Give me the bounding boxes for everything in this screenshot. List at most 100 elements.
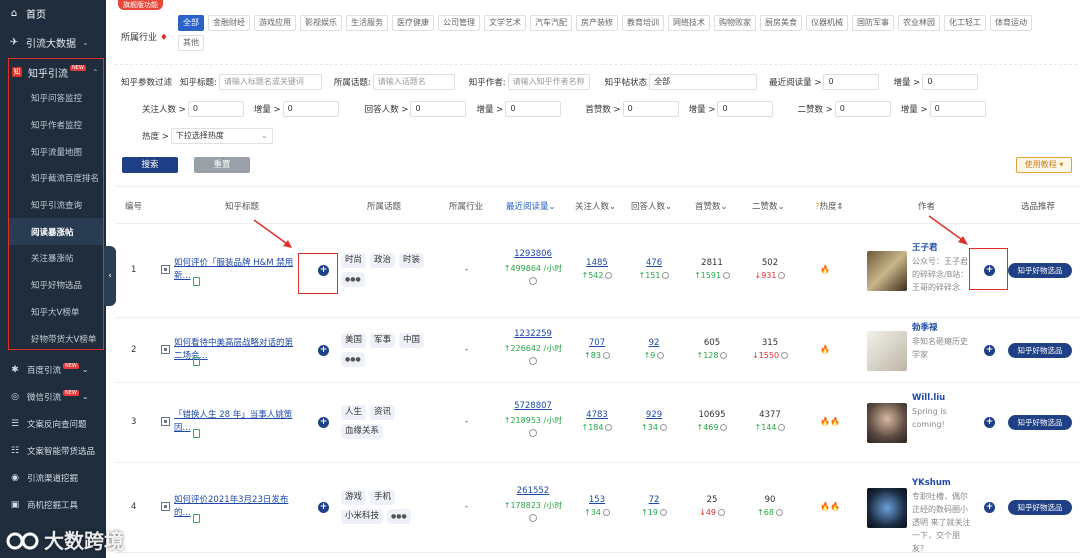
author-input[interactable]: 请输入知乎作者名称 — [507, 74, 590, 90]
author-avatar[interactable] — [867, 488, 907, 528]
sidebar-subitem[interactable]: 知乎大V榜单 — [9, 299, 103, 326]
author-name-link[interactable]: YKshum — [912, 478, 972, 488]
topic-tag[interactable]: 中国 — [399, 332, 425, 348]
add-title-button[interactable]: + — [318, 417, 329, 428]
sidebar-item-tool[interactable]: ☷ 文案智能带货选品 — [0, 437, 106, 464]
industry-chip[interactable]: 体育运动 — [990, 15, 1032, 31]
zhihu-goods-recommend-button[interactable]: 知乎好物选品 — [1008, 500, 1072, 515]
topic-tag[interactable]: 时装 — [399, 253, 425, 268]
industry-chip[interactable]: 金融财经 — [208, 15, 250, 31]
reset-button[interactable]: 重置 — [194, 157, 250, 173]
sidebar-subitem[interactable]: 阅读暴涨帖 — [9, 218, 103, 246]
industry-chip[interactable]: 生活服务 — [346, 15, 388, 31]
more-tags-button[interactable]: ●●● — [341, 351, 365, 367]
more-tags-button[interactable]: ●●● — [387, 509, 411, 524]
industry-chip[interactable]: 厨房美食 — [760, 15, 802, 31]
industry-chip[interactable]: 房产装修 — [576, 15, 618, 31]
header-answer[interactable]: 回答人数⌄ — [631, 200, 672, 212]
sidebar-subitem[interactable]: 知乎问答监控 — [9, 85, 103, 112]
heat-select[interactable]: 下拉选择热度 ⌄ — [170, 128, 273, 144]
document-icon[interactable] — [193, 277, 200, 286]
zhihu-goods-recommend-button[interactable]: 知乎好物选品 — [1008, 263, 1072, 278]
topic-input[interactable]: 请输入话题名 — [372, 74, 455, 90]
sidebar-subitem[interactable]: 知乎截流百度排名 — [9, 165, 103, 192]
sidebar-item-tool[interactable]: ◉ 引流渠道挖掘 — [0, 464, 106, 491]
header-recent-read[interactable]: 最近阅读量⌄ — [506, 200, 556, 212]
header-second-like[interactable]: 二赞数⌄ — [752, 200, 785, 212]
read-count-link[interactable]: 1293806 — [493, 249, 573, 259]
author-name-link[interactable]: 勃季禄 — [912, 321, 972, 333]
sidebar-item-baidu[interactable]: ✱ 百度引流 NEW ⌄ — [0, 356, 106, 383]
sidebar-subitem[interactable]: 关注暴涨帖 — [9, 245, 103, 272]
sidebar-subitem[interactable]: 知乎引流查询 — [9, 192, 103, 219]
industry-chip[interactable]: 影视娱乐 — [300, 15, 342, 31]
second-like-increase-input[interactable]: 0 — [929, 101, 986, 117]
topic-tag[interactable]: 资讯 — [370, 405, 396, 420]
document-icon[interactable] — [193, 356, 200, 366]
qrcode-icon[interactable] — [161, 344, 170, 354]
author-avatar[interactable] — [867, 403, 907, 443]
industry-chip[interactable]: 国防军事 — [852, 15, 894, 31]
author-avatar[interactable] — [867, 330, 907, 371]
qrcode-icon[interactable] — [161, 417, 170, 426]
answer-value[interactable]: 476 — [629, 258, 679, 268]
add-author-button[interactable]: + — [984, 344, 995, 356]
add-author-button[interactable]: + — [984, 502, 995, 513]
topic-tag[interactable]: 手机 — [370, 490, 396, 505]
follow-input[interactable]: 0 — [187, 101, 244, 117]
answer-value[interactable]: 929 — [629, 410, 679, 420]
topic-tag[interactable]: 小米科技 — [341, 509, 384, 524]
add-author-button[interactable]: + — [984, 417, 995, 428]
follow-value[interactable]: 1485 — [572, 258, 622, 268]
industry-chip[interactable]: 游戏应用 — [254, 15, 296, 31]
sidebar-item-wechat[interactable]: ◎ 微信引流 NEW ⌄ — [0, 383, 106, 410]
sidebar-subitem[interactable]: 好物带货大V榜单 — [9, 325, 103, 352]
industry-chip[interactable]: 化工轻工 — [944, 15, 986, 31]
answer-value[interactable]: 92 — [629, 338, 679, 348]
industry-chip[interactable]: 农业林园 — [898, 15, 940, 31]
answer-input[interactable]: 0 — [410, 101, 467, 117]
read-count-link[interactable]: 261552 — [493, 486, 573, 496]
topic-tag[interactable]: 时尚 — [341, 253, 367, 268]
first-like-input[interactable]: 0 — [622, 101, 679, 117]
header-follow[interactable]: 关注人数⌄ — [575, 200, 616, 212]
first-like-increase-input[interactable]: 0 — [717, 101, 774, 117]
industry-chip[interactable]: 汽车汽配 — [530, 15, 572, 31]
author-name-link[interactable]: Will.liu — [912, 393, 972, 403]
industry-chip[interactable]: 其他 — [178, 35, 204, 51]
qrcode-icon[interactable] — [161, 265, 170, 274]
topic-tag[interactable]: 军事 — [370, 332, 396, 348]
follow-value[interactable]: 4783 — [572, 410, 622, 420]
sidebar-item-tool[interactable]: ▣ 商机挖掘工具 — [0, 491, 106, 518]
answer-increase-input[interactable]: 0 — [505, 101, 562, 117]
industry-chip[interactable]: 全部 — [178, 15, 204, 31]
document-icon[interactable] — [193, 429, 200, 438]
read-count-link[interactable]: 1232259 — [493, 329, 573, 339]
recent-read-increase-input[interactable]: 0 — [922, 74, 979, 90]
recent-read-input[interactable]: 0 — [823, 74, 880, 90]
topic-tag[interactable]: 血缘关系 — [341, 424, 384, 439]
more-tags-button[interactable]: ●●● — [341, 272, 365, 287]
author-avatar[interactable] — [867, 251, 907, 291]
read-count-link[interactable]: 5728807 — [493, 401, 573, 411]
second-like-input[interactable]: 0 — [834, 101, 891, 117]
add-title-button[interactable]: + — [318, 344, 329, 356]
document-icon[interactable] — [193, 514, 200, 523]
topic-tag[interactable]: 游戏 — [341, 490, 367, 505]
industry-chip[interactable]: 医疗健康 — [392, 15, 434, 31]
header-heat[interactable]: ?热度⇕ — [815, 200, 844, 212]
sidebar-item-bigdata[interactable]: ✈ 引流大数据 ⌄ — [0, 26, 106, 58]
sidebar-item-tool[interactable]: ☰ 文案反向查问题 — [0, 410, 106, 437]
topic-tag[interactable]: 人生 — [341, 405, 367, 420]
sidebar-item-zhihu[interactable]: 知 知乎引流 NEW ⌃ — [9, 59, 103, 85]
zhihu-goods-recommend-button[interactable]: 知乎好物选品 — [1008, 342, 1072, 358]
industry-chip[interactable]: 仪器机械 — [806, 15, 848, 31]
tutorial-button[interactable]: 使用教程 ▾ — [1016, 157, 1072, 173]
industry-chip[interactable]: 文学艺术 — [484, 15, 526, 31]
answer-value[interactable]: 72 — [629, 495, 679, 505]
qrcode-icon[interactable] — [161, 502, 170, 511]
sidebar-subitem[interactable]: 知乎流量地图 — [9, 138, 103, 165]
follow-value[interactable]: 707 — [572, 338, 622, 348]
title-input[interactable]: 请输入标题名或关键词 — [218, 74, 322, 90]
header-first-like[interactable]: 首赞数⌄ — [695, 200, 728, 212]
